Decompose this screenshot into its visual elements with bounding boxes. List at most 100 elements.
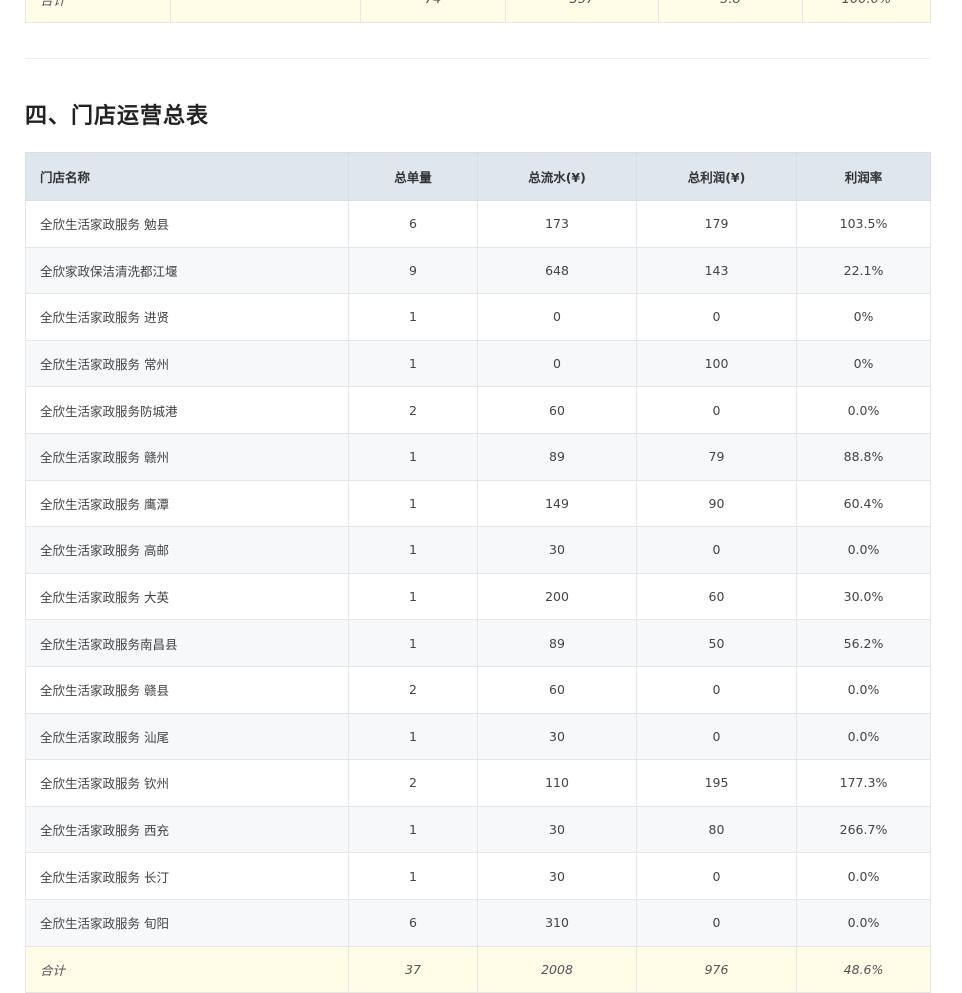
profit-cell: 143 <box>636 246 797 295</box>
orders-cell: 1 <box>348 619 478 667</box>
previous-table-total: 合计 74 357 5.8 100.0% <box>25 0 931 23</box>
revenue-cell: 89 <box>477 432 637 481</box>
orders-cell: 1 <box>348 339 478 388</box>
profit-cell: 0 <box>636 526 797 574</box>
table-row: 全欣生活家政服务 钦州 2 110 195 177.3% <box>25 759 931 807</box>
revenue-cell: 30 <box>477 852 637 900</box>
orders-cell: 1 <box>348 712 478 761</box>
revenue-cell: 173 <box>477 200 637 248</box>
revenue-cell: 310 <box>477 898 637 947</box>
profit-cell: 79 <box>636 432 797 481</box>
orders-cell: 1 <box>348 293 478 341</box>
previous-total-empty <box>170 0 361 23</box>
store-name-cell: 全欣生活家政服务 常州 <box>25 339 349 388</box>
revenue-cell: 149 <box>477 479 637 528</box>
orders-cell: 1 <box>348 479 478 528</box>
profit-rate-cell: 0.0% <box>796 712 931 761</box>
table-row: 全欣生活家政服务 勉县 6 173 179 103.5% <box>25 200 931 248</box>
store-name-cell: 全欣生活家政服务防城港 <box>25 386 349 434</box>
table-row: 全欣生活家政服务防城港 2 60 0 0.0% <box>25 386 931 434</box>
table-header-row: 门店名称 总单量 总流水(¥) 总利润(¥) 利润率 <box>25 152 931 201</box>
profit-rate-cell: 0.0% <box>796 665 931 714</box>
header-store-name: 门店名称 <box>25 152 349 201</box>
revenue-cell: 110 <box>477 759 637 807</box>
profit-rate-cell: 60.4% <box>796 479 931 528</box>
orders-cell: 9 <box>348 246 478 295</box>
orders-cell: 1 <box>348 572 478 621</box>
profit-cell: 179 <box>636 200 797 248</box>
total-orders: 37 <box>348 945 478 993</box>
total-profit-rate: 48.6% <box>796 945 931 993</box>
profit-cell: 0 <box>636 898 797 947</box>
profit-rate-cell: 0.0% <box>796 852 931 900</box>
previous-total-row: 合计 74 357 5.8 100.0% <box>25 0 931 23</box>
table-row: 全欣生活家政服务 赣州 1 89 79 88.8% <box>25 432 931 481</box>
header-total-revenue: 总流水(¥) <box>477 152 637 201</box>
orders-cell: 2 <box>348 759 478 807</box>
store-name-cell: 全欣生活家政服务 进贤 <box>25 293 349 341</box>
previous-total-cell: 5.8 <box>658 0 803 23</box>
profit-rate-cell: 0.0% <box>796 898 931 947</box>
revenue-cell: 200 <box>477 572 637 621</box>
orders-cell: 1 <box>348 432 478 481</box>
profit-cell: 50 <box>636 619 797 667</box>
profit-cell: 90 <box>636 479 797 528</box>
header-total-orders: 总单量 <box>348 152 478 201</box>
table-row: 全欣生活家政服务 大英 1 200 60 30.0% <box>25 572 931 621</box>
previous-total-cell: 357 <box>505 0 659 23</box>
table-row: 全欣生活家政服务 赣县 2 60 0 0.0% <box>25 665 931 714</box>
previous-total-cell: 100.0% <box>802 0 931 23</box>
revenue-cell: 30 <box>477 526 637 574</box>
profit-rate-cell: 88.8% <box>796 432 931 481</box>
revenue-cell: 60 <box>477 386 637 434</box>
header-total-profit: 总利润(¥) <box>636 152 797 201</box>
profit-rate-cell: 56.2% <box>796 619 931 667</box>
profit-rate-cell: 177.3% <box>796 759 931 807</box>
section-title: 四、门店运营总表 <box>25 104 210 129</box>
store-name-cell: 全欣生活家政服务 汕尾 <box>25 712 349 761</box>
store-name-cell: 全欣生活家政服务 旬阳 <box>25 898 349 947</box>
table-row: 全欣生活家政服务 鹰潭 1 149 90 60.4% <box>25 479 931 528</box>
profit-rate-cell: 266.7% <box>796 805 931 854</box>
orders-cell: 1 <box>348 805 478 854</box>
total-profit: 976 <box>636 945 797 993</box>
previous-total-cell: 74 <box>360 0 506 23</box>
revenue-cell: 30 <box>477 805 637 854</box>
orders-cell: 6 <box>348 200 478 248</box>
table-row: 全欣生活家政服务 汕尾 1 30 0 0.0% <box>25 712 931 761</box>
profit-rate-cell: 0.0% <box>796 526 931 574</box>
orders-cell: 1 <box>348 852 478 900</box>
total-label: 合计 <box>25 945 349 993</box>
profit-cell: 0 <box>636 293 797 341</box>
profit-cell: 80 <box>636 805 797 854</box>
profit-rate-cell: 0% <box>796 293 931 341</box>
store-name-cell: 全欣生活家政服务 勉县 <box>25 200 349 248</box>
profit-cell: 100 <box>636 339 797 388</box>
profit-rate-cell: 0% <box>796 339 931 388</box>
store-name-cell: 全欣生活家政服务 大英 <box>25 572 349 621</box>
profit-rate-cell: 103.5% <box>796 200 931 248</box>
table-row: 全欣生活家政服务 高邮 1 30 0 0.0% <box>25 526 931 574</box>
profit-rate-cell: 30.0% <box>796 572 931 621</box>
store-name-cell: 全欣生活家政服务 赣县 <box>25 665 349 714</box>
table-row: 全欣家政保洁清洗都江堰 9 648 143 22.1% <box>25 246 931 295</box>
profit-cell: 0 <box>636 712 797 761</box>
previous-total-label: 合计 <box>25 0 171 23</box>
header-profit-rate: 利润率 <box>796 152 931 201</box>
table-row: 全欣生活家政服务 进贤 1 0 0 0% <box>25 293 931 341</box>
store-name-cell: 全欣生活家政服务 鹰潭 <box>25 479 349 528</box>
table-row: 全欣生活家政服务南昌县 1 89 50 56.2% <box>25 619 931 667</box>
profit-cell: 0 <box>636 386 797 434</box>
total-revenue: 2008 <box>477 945 637 993</box>
revenue-cell: 0 <box>477 293 637 341</box>
revenue-cell: 648 <box>477 246 637 295</box>
profit-rate-cell: 22.1% <box>796 246 931 295</box>
table-row: 全欣生活家政服务 长汀 1 30 0 0.0% <box>25 852 931 900</box>
revenue-cell: 0 <box>477 339 637 388</box>
table-total-row: 合计 37 2008 976 48.6% <box>25 945 931 993</box>
orders-cell: 1 <box>348 526 478 574</box>
store-name-cell: 全欣生活家政服务 赣州 <box>25 432 349 481</box>
store-name-cell: 全欣生活家政服务 长汀 <box>25 852 349 900</box>
profit-cell: 60 <box>636 572 797 621</box>
orders-cell: 2 <box>348 386 478 434</box>
